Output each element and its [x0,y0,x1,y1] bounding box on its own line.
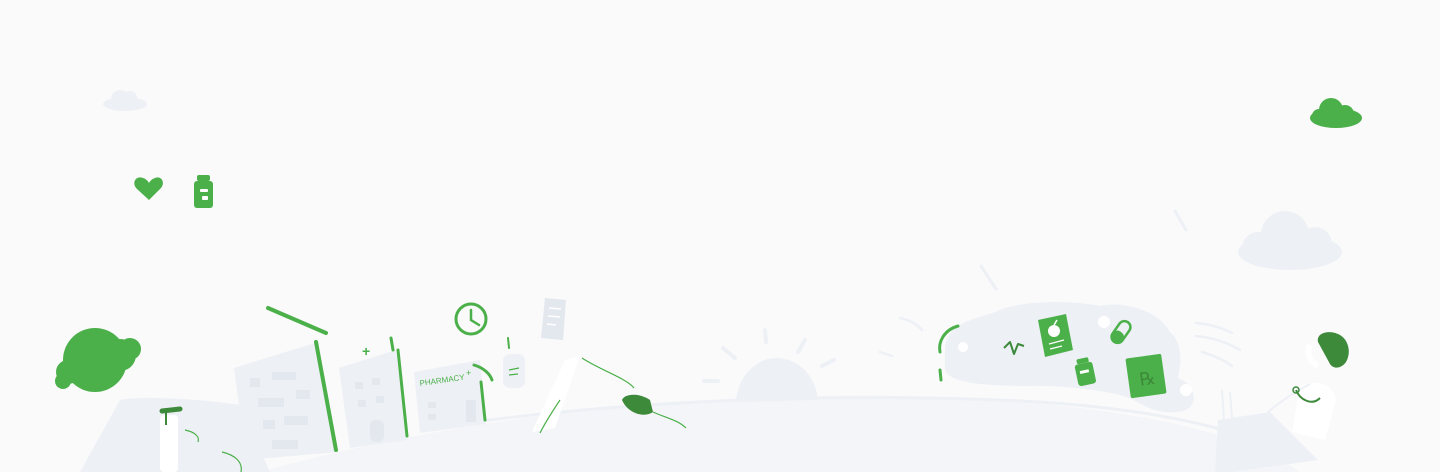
heart-icon [134,177,163,200]
medicine-bottle-icon [194,175,213,208]
doctor-figure-right [1215,332,1349,472]
svg-text:+: + [466,368,471,378]
cloud-icon [1310,98,1362,128]
tree-icon [55,328,141,392]
cloud-icon [1238,211,1342,270]
rx-book-icon: ℞ [1125,353,1167,399]
rx-symbol: ℞ [1138,368,1157,390]
sun-icon [702,328,836,402]
hospital-building [234,306,338,460]
cloud-icon [103,90,147,111]
ground-hill [260,395,1300,472]
cup-icon [503,337,525,388]
pharmacy-cross: + [362,343,370,359]
pharmacy-building: PHARMACY + [414,360,494,433]
clinic-building: + [339,336,409,448]
prescription-paper-icon [541,298,566,340]
clock-icon [454,302,488,336]
health-illustration-banner: + PHARMACY + ℞ [55,90,1362,472]
